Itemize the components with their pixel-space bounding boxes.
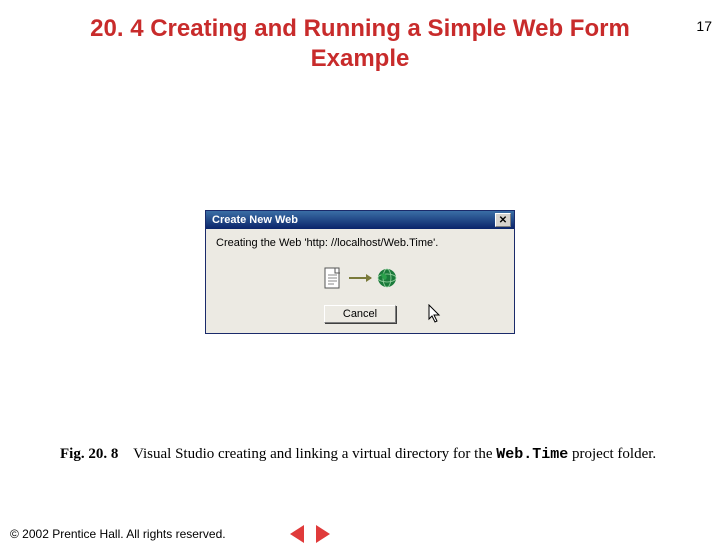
close-icon[interactable]: ✕ bbox=[495, 213, 511, 227]
dialog-title: Create New Web bbox=[212, 214, 298, 226]
document-icon bbox=[323, 267, 343, 289]
footer: © 2002 Prentice Hall. All rights reserve… bbox=[10, 524, 334, 544]
caption-text-after: project folder. bbox=[568, 446, 656, 462]
figure-number: Fig. 20. 8 bbox=[60, 446, 118, 462]
cancel-button[interactable]: Cancel bbox=[324, 305, 396, 323]
caption-code: Web.Time bbox=[496, 446, 568, 463]
dialog-buttons: Cancel bbox=[216, 305, 504, 323]
nav-arrows bbox=[286, 524, 334, 544]
globe-icon bbox=[377, 268, 397, 288]
dialog-body: Creating the Web 'http: //localhost/Web.… bbox=[206, 229, 514, 333]
dialog-titlebar: Create New Web ✕ bbox=[206, 211, 514, 229]
next-slide-button[interactable] bbox=[312, 524, 334, 544]
mouse-cursor-icon bbox=[428, 304, 442, 329]
copyright: © 2002 Prentice Hall. All rights reserve… bbox=[10, 527, 226, 541]
section-heading: 20. 4 Creating and Running a Simple Web … bbox=[80, 14, 640, 74]
arrow-icon bbox=[349, 277, 371, 279]
dialog-message: Creating the Web 'http: //localhost/Web.… bbox=[216, 237, 504, 249]
create-new-web-dialog: Create New Web ✕ Creating the Web 'http:… bbox=[205, 210, 515, 334]
prev-slide-button[interactable] bbox=[286, 524, 308, 544]
progress-icons bbox=[216, 267, 504, 289]
figure-caption: Fig. 20. 8 Visual Studio creating and li… bbox=[60, 444, 660, 465]
caption-text-before: Visual Studio creating and linking a vir… bbox=[133, 446, 496, 462]
page-number: 17 bbox=[696, 18, 712, 34]
